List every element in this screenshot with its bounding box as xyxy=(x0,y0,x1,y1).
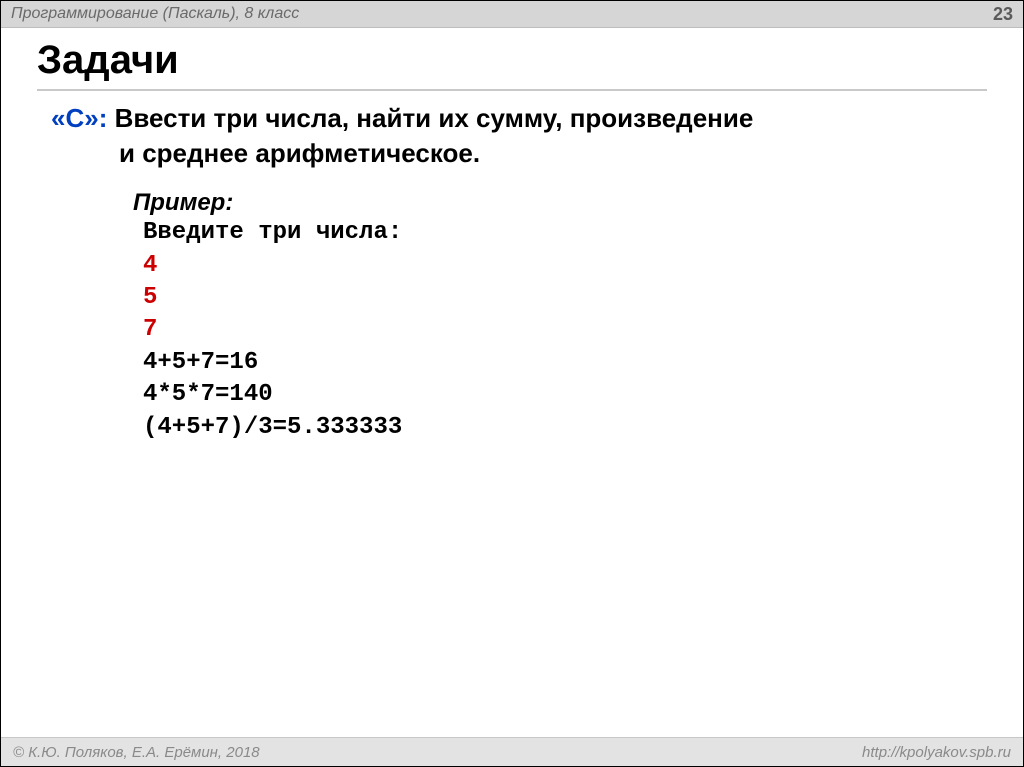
example-product: 4*5*7=140 xyxy=(143,379,987,411)
slide: Программирование (Паскаль), 8 класс 23 З… xyxy=(0,0,1024,767)
content-area: Задачи «С»: Ввести три числа, найти их с… xyxy=(1,28,1023,737)
task-level-label: «С»: xyxy=(51,103,107,133)
page-number: 23 xyxy=(993,4,1013,25)
page-title: Задачи xyxy=(37,38,987,83)
task-line-2: и среднее арифметическое. xyxy=(119,136,987,171)
example-input-2: 5 xyxy=(143,282,987,314)
task-text-1: Ввести три числа, найти их сумму, произв… xyxy=(107,103,753,133)
footer-bar: © К.Ю. Поляков, Е.А. Ерёмин, 2018 http:/… xyxy=(1,737,1023,766)
top-bar: Программирование (Паскаль), 8 класс 23 xyxy=(1,1,1023,28)
course-title: Программирование (Паскаль), 8 класс xyxy=(11,5,299,23)
example-heading: Пример: xyxy=(133,189,987,217)
example-sum: 4+5+7=16 xyxy=(143,347,987,379)
example-input-3: 7 xyxy=(143,314,987,346)
example-output: Введите три числа: 4 5 7 4+5+7=16 4*5*7=… xyxy=(143,217,987,444)
task-block: «С»: Ввести три числа, найти их сумму, п… xyxy=(51,101,987,444)
example-average: (4+5+7)/3=5.333333 xyxy=(143,412,987,444)
example-input-1: 4 xyxy=(143,250,987,282)
footer-copyright: © К.Ю. Поляков, Е.А. Ерёмин, 2018 xyxy=(13,744,260,761)
footer-url: http://kpolyakov.spb.ru xyxy=(862,744,1011,761)
title-divider xyxy=(37,89,987,91)
example-block: Пример: Введите три числа: 4 5 7 4+5+7=1… xyxy=(133,189,987,444)
task-line-1: «С»: Ввести три числа, найти их сумму, п… xyxy=(51,101,987,136)
example-prompt: Введите три числа: xyxy=(143,217,987,249)
